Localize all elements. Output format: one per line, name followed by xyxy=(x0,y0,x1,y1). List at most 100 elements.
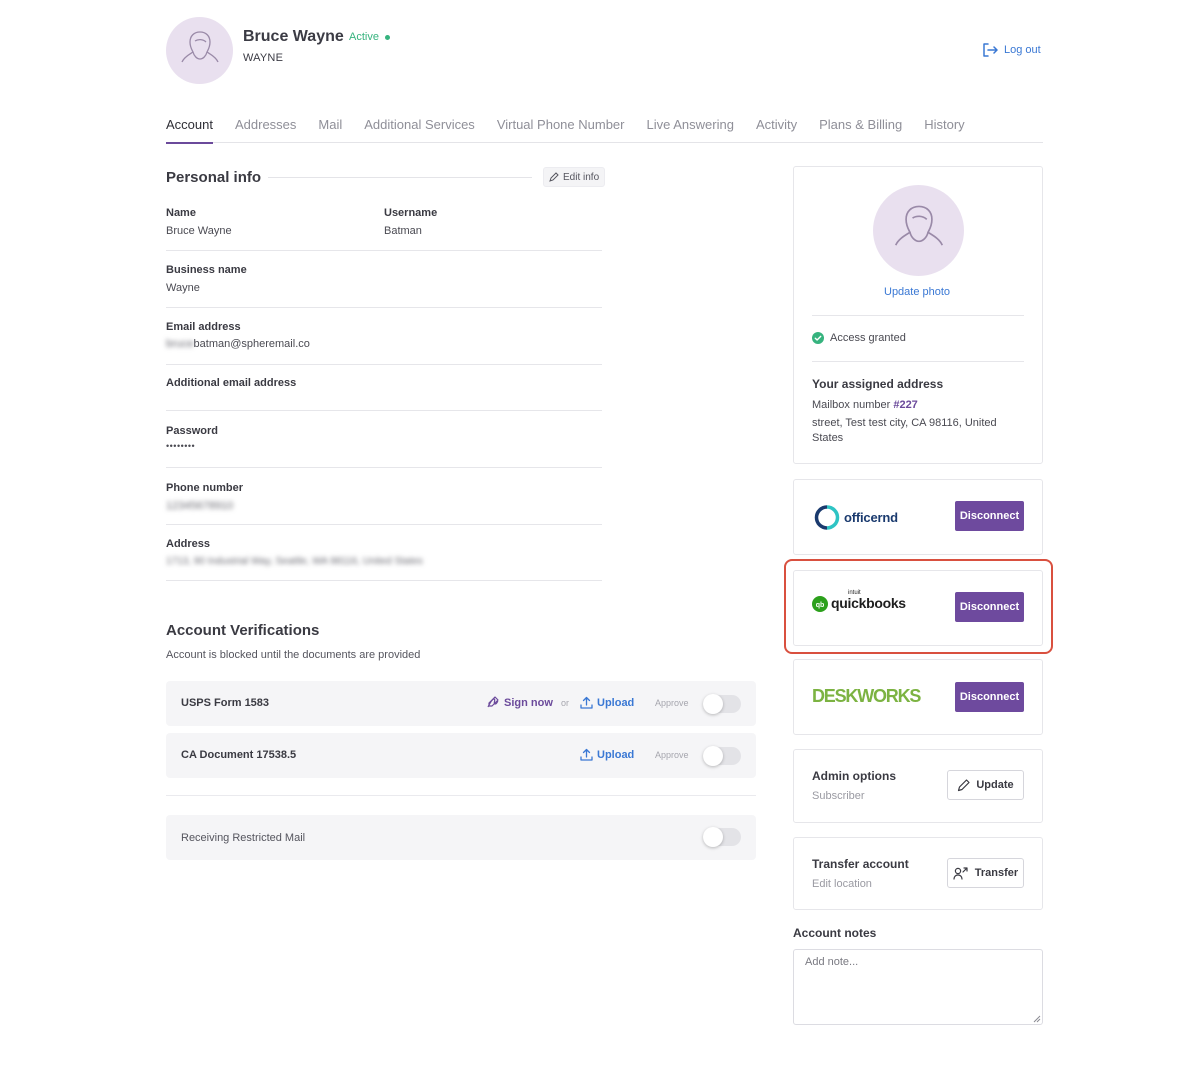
mailbox-number: Mailbox number #227 xyxy=(812,399,918,411)
username-value: Batman xyxy=(384,225,422,237)
account-notes-label: Account notes xyxy=(793,926,877,940)
access-label: Access granted xyxy=(830,332,906,344)
update-photo-link[interactable]: Update photo xyxy=(884,286,950,298)
user-name: Bruce Wayne xyxy=(243,28,344,45)
restricted-mail-row: Receiving Restricted Mail xyxy=(166,815,756,860)
transfer-button[interactable]: Transfer xyxy=(947,858,1024,888)
upload-button[interactable]: Upload xyxy=(580,748,634,761)
restricted-mail-label: Receiving Restricted Mail xyxy=(181,832,306,844)
user-avatar xyxy=(166,17,233,84)
field-divider xyxy=(166,467,602,468)
check-circle-icon xyxy=(812,332,824,344)
email-value-visible: batman@spheremail.co xyxy=(193,338,310,350)
quickbooks-highlight-frame xyxy=(784,559,1053,654)
tab-history[interactable]: History xyxy=(924,116,964,143)
document-name: USPS Form 1583 xyxy=(181,697,270,709)
assigned-address-text: street, Test test city, CA 98116, United… xyxy=(812,417,997,444)
admin-options-subtitle: Subscriber xyxy=(812,790,865,802)
password-label: Password xyxy=(166,425,218,437)
disconnect-deskworks-button[interactable]: Disconnect xyxy=(955,682,1024,712)
approve-label: Approve xyxy=(655,750,689,760)
approve-label: Approve xyxy=(655,698,689,708)
approve-toggle[interactable] xyxy=(703,746,741,766)
person-silhouette-icon xyxy=(180,30,219,62)
tab-virtual-phone-number[interactable]: Virtual Phone Number xyxy=(497,116,625,143)
account-tabs: Account Addresses Mail Additional Servic… xyxy=(166,116,1043,144)
toggle-knob xyxy=(703,827,723,847)
restricted-mail-toggle[interactable] xyxy=(703,827,741,847)
edit-info-button[interactable]: Edit info xyxy=(543,167,606,187)
user-company: WAYNE xyxy=(243,52,284,64)
password-value: •••••••• xyxy=(166,441,196,451)
section-divider xyxy=(166,795,756,796)
business-name-label: Business name xyxy=(166,264,247,276)
user-transfer-icon xyxy=(953,866,968,880)
person-silhouette-icon xyxy=(894,205,943,246)
field-divider xyxy=(166,250,602,251)
logout-icon xyxy=(983,43,998,57)
deskworks-logo: DESKWORKS xyxy=(812,686,921,707)
profile-avatar xyxy=(873,185,964,276)
approve-toggle[interactable] xyxy=(703,694,741,714)
verifications-title: Account Verifications xyxy=(166,622,320,639)
tab-plans-billing[interactable]: Plans & Billing xyxy=(819,116,902,143)
business-name-value: Wayne xyxy=(166,282,200,294)
upload-label: Upload xyxy=(597,696,635,709)
tab-mail[interactable]: Mail xyxy=(318,116,342,143)
deskworks-wordmark: DESKWORKS xyxy=(812,686,921,706)
address-value: 1713, 90 Industrial Way, Seattle, WA 981… xyxy=(166,556,423,567)
field-divider xyxy=(166,524,602,525)
card-divider xyxy=(812,315,1024,316)
resize-grip-icon[interactable] xyxy=(1032,1014,1041,1023)
tab-live-answering[interactable]: Live Answering xyxy=(646,116,733,143)
disconnect-officernd-button[interactable]: Disconnect xyxy=(955,501,1024,531)
tab-addresses[interactable]: Addresses xyxy=(235,116,296,143)
mailbox-number-value: #227 xyxy=(893,399,918,411)
admin-options-title: Admin options xyxy=(812,769,896,783)
name-value: Bruce Wayne xyxy=(166,225,232,237)
update-label: Update xyxy=(976,779,1014,791)
edit-info-label: Edit info xyxy=(563,171,600,183)
tab-account[interactable]: Account xyxy=(166,116,213,144)
signature-icon xyxy=(487,696,499,708)
username-label: Username xyxy=(384,207,438,219)
or-separator: or xyxy=(561,698,570,708)
status-badge: Active xyxy=(349,31,390,43)
field-divider xyxy=(166,364,602,365)
verifications-subtitle: Account is blocked until the documents a… xyxy=(166,649,421,661)
field-divider xyxy=(166,410,602,411)
transfer-label: Transfer xyxy=(974,867,1019,879)
status-label: Active xyxy=(349,31,379,43)
phone-label: Phone number xyxy=(166,482,244,494)
logout-link[interactable]: Log out xyxy=(982,43,1041,57)
logout-label: Log out xyxy=(1004,44,1041,56)
update-button[interactable]: Update xyxy=(947,770,1024,800)
verification-row: CA Document 17538.5 Upload Approve xyxy=(166,733,756,778)
name-label: Name xyxy=(166,207,196,219)
account-notes-input[interactable] xyxy=(793,949,1043,1025)
email-value: brucebatman@spheremail.co xyxy=(166,338,310,350)
upload-label: Upload xyxy=(597,748,635,761)
upload-button[interactable]: Upload xyxy=(580,696,634,709)
officernd-logo: officernd xyxy=(813,505,898,530)
status-dot-icon xyxy=(384,34,390,40)
document-name: CA Document 17538.5 xyxy=(181,749,297,761)
additional-email-label: Additional email address xyxy=(166,377,297,389)
officernd-wordmark: officernd xyxy=(844,510,898,525)
pencil-icon xyxy=(549,172,559,182)
officernd-logo-icon xyxy=(814,505,840,530)
card-divider xyxy=(812,361,1024,362)
phone-value: 12345678910 xyxy=(166,500,234,512)
toggle-knob xyxy=(703,694,723,714)
tab-activity[interactable]: Activity xyxy=(756,116,797,143)
sign-now-button[interactable]: Sign now xyxy=(486,696,553,709)
verification-row: USPS Form 1583 Sign now or Upload Approv… xyxy=(166,681,756,726)
assigned-address-title: Your assigned address xyxy=(812,377,944,391)
field-divider xyxy=(166,307,602,308)
transfer-account-subtitle: Edit location xyxy=(812,878,872,890)
upload-icon xyxy=(580,748,593,761)
pencil-icon xyxy=(958,778,970,791)
toggle-knob xyxy=(703,746,723,766)
tab-additional-services[interactable]: Additional Services xyxy=(364,116,475,143)
field-divider xyxy=(166,580,602,581)
